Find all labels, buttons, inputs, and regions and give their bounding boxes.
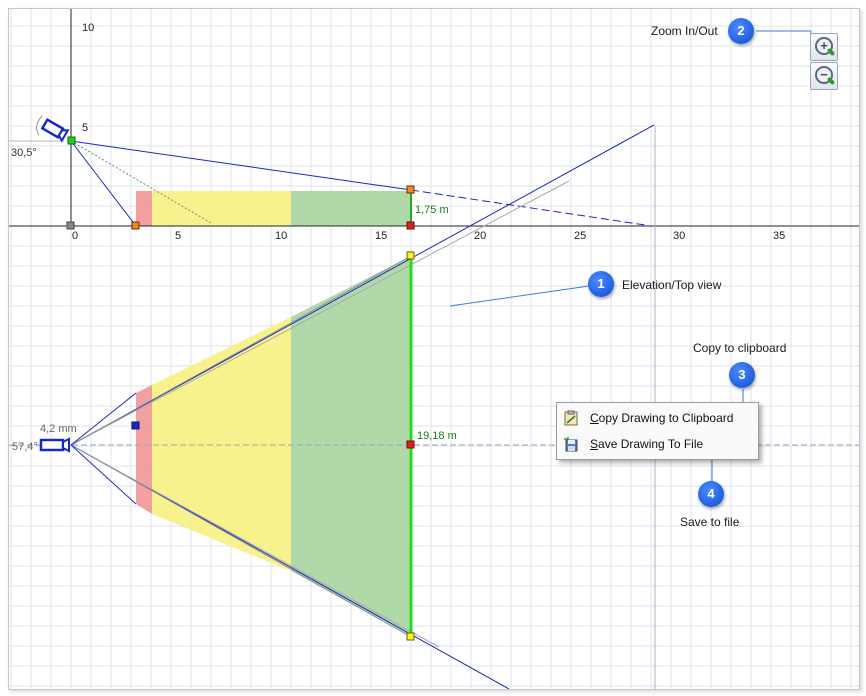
screenshot-stage: 0 5 10 15 20 25 30 35 5 10 30,5° 1,75 m … <box>0 0 866 696</box>
top-view-zones <box>136 256 411 637</box>
target-base-marker <box>406 221 415 230</box>
callout-3-badge: 3 <box>729 362 755 388</box>
field-center-marker <box>406 440 415 449</box>
top-view-near-lower <box>70 444 137 505</box>
callout-4-badge: 4 <box>698 481 724 507</box>
callout-1-label: Elevation/Top view <box>622 278 722 292</box>
x-tick-label: 20 <box>474 230 486 242</box>
near-edge-marker <box>131 421 140 430</box>
x-tick-label: 30 <box>673 230 685 242</box>
callout-1-badge: 1 <box>588 271 614 297</box>
elevation-lower-ray <box>70 140 137 227</box>
horizontal-angle-label: 57,4° <box>12 441 38 453</box>
x-tick-label: 35 <box>773 230 785 242</box>
x-tick-label: 15 <box>375 230 387 242</box>
top-view-near-upper <box>70 392 137 446</box>
menu-item-label: Save Drawing To File <box>590 437 704 451</box>
top-zone-yellow <box>152 317 291 571</box>
x-tick-label: 0 <box>72 230 78 242</box>
x-tick-label: 25 <box>574 230 586 242</box>
callout-2-badge: 2 <box>728 18 754 44</box>
elevation-zone-green <box>291 191 411 226</box>
menu-item-label: Copy Drawing to Clipboard <box>590 411 734 425</box>
context-menu: Copy Drawing to Clipboard Save Drawing T… <box>556 402 759 460</box>
callout-3-label: Copy to clipboard <box>693 341 787 355</box>
field-top-marker <box>406 251 415 260</box>
field-width-label: 19,18 m <box>417 430 457 442</box>
floppy-disk-icon <box>564 437 578 452</box>
y-tick-label: 10 <box>82 22 94 34</box>
target-height-label: 1,75 m <box>415 204 449 216</box>
elevation-zone-yellow <box>152 191 291 226</box>
camera-tilt-angle-label: 30,5° <box>11 147 37 159</box>
menu-item-save-drawing[interactable]: Save Drawing To File <box>559 432 756 456</box>
elevation-camera-icon[interactable] <box>40 117 70 143</box>
elevation-zone-red <box>136 191 152 226</box>
camera-pivot-marker <box>67 136 76 145</box>
magnifier-handle <box>826 76 836 86</box>
near-point-marker <box>131 221 140 230</box>
x-tick-label: 10 <box>275 230 287 242</box>
magnifier-handle <box>826 47 836 57</box>
callout-2-label: Zoom In/Out <box>651 24 718 38</box>
top-view-camera-icon[interactable] <box>39 437 70 453</box>
y-tick-label: 5 <box>82 122 88 134</box>
target-top-marker <box>406 185 415 194</box>
clipboard-icon <box>564 410 578 426</box>
x-tick-label: 5 <box>175 230 181 242</box>
zoom-in-button[interactable]: + <box>810 33 838 61</box>
elevation-zones <box>136 191 411 226</box>
field-bottom-marker <box>406 632 415 641</box>
origin-marker <box>66 221 75 230</box>
zoom-out-button[interactable]: − <box>810 62 838 90</box>
y-axis-tick-labels: 5 10 <box>82 22 94 134</box>
focal-length-label: 4,2 mm <box>40 423 77 435</box>
x-axis-tick-labels: 0 5 10 15 20 25 30 35 <box>72 230 785 242</box>
menu-item-copy-drawing[interactable]: Copy Drawing to Clipboard <box>559 406 756 430</box>
callout-4-label: Save to file <box>680 515 740 529</box>
